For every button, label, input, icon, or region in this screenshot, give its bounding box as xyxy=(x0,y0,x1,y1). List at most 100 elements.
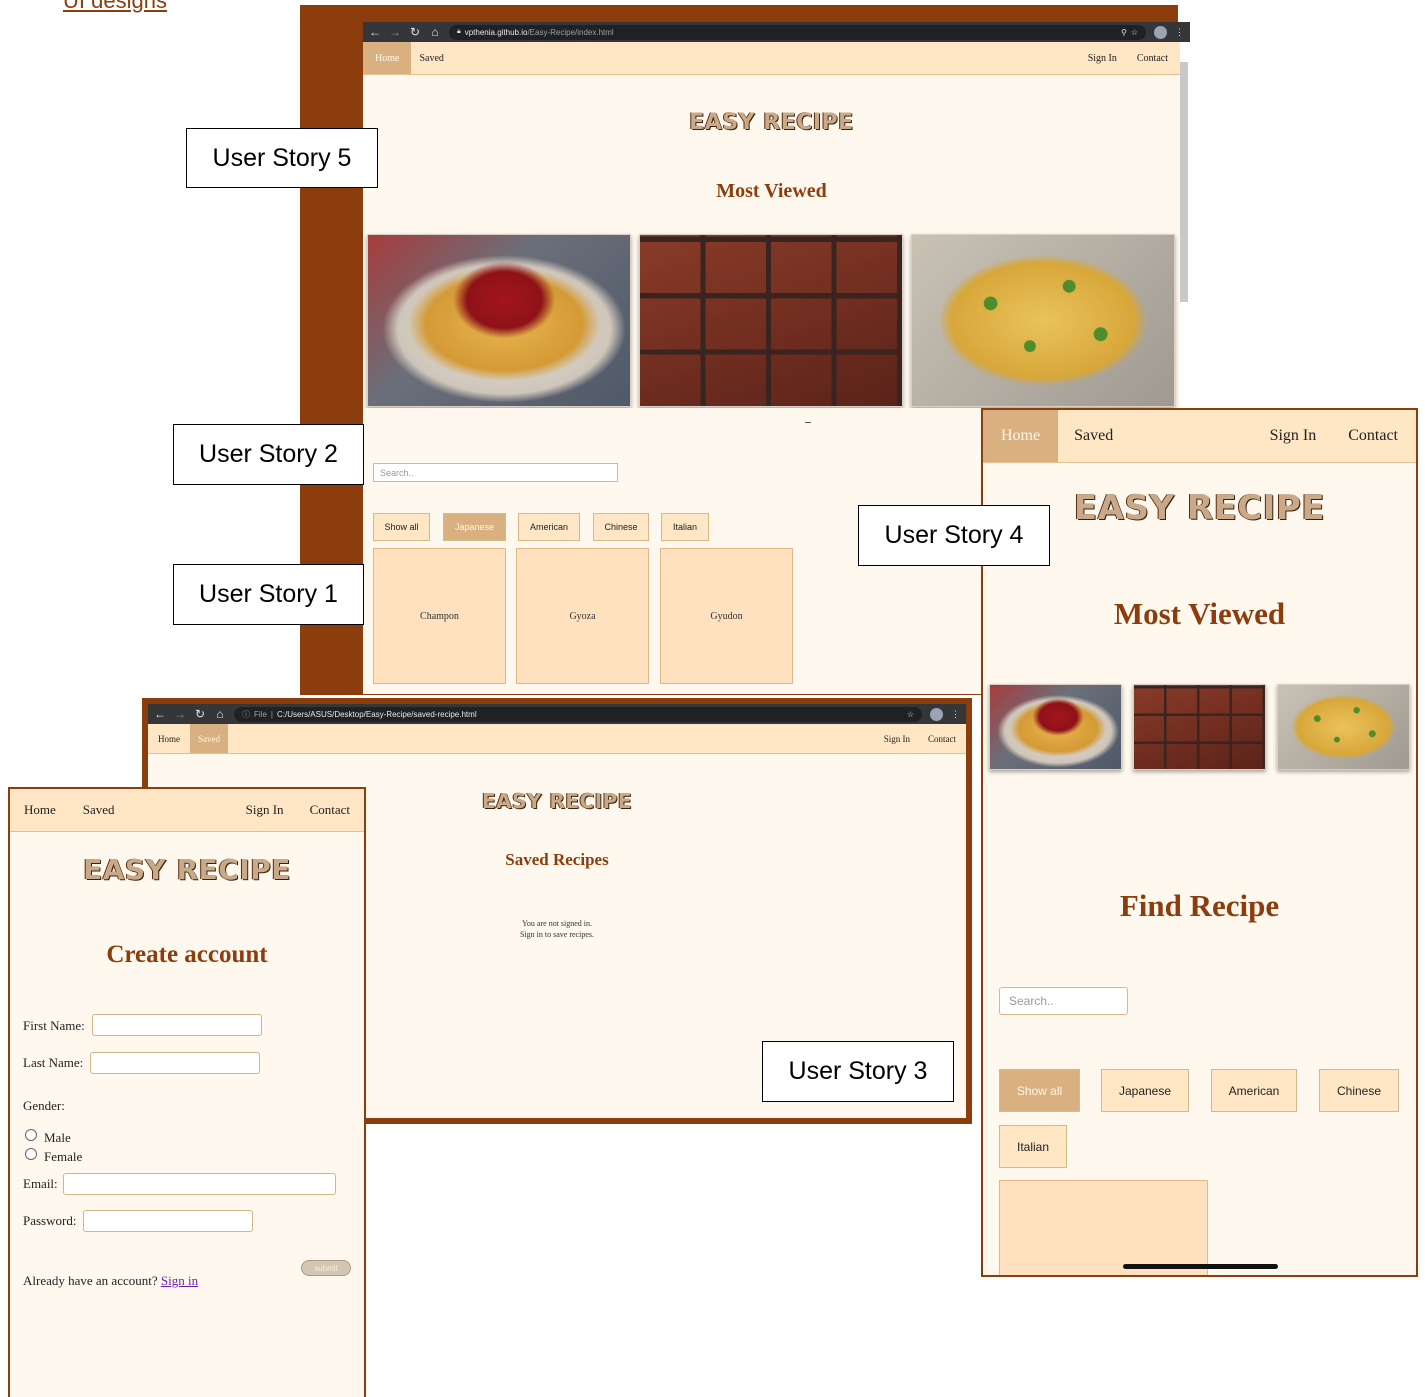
nav-sign-in[interactable]: Sign In xyxy=(233,789,297,831)
site-logo: EASY RECIPE xyxy=(689,110,854,135)
most-viewed-heading: Most Viewed xyxy=(1113,596,1286,631)
nav-saved[interactable]: Saved xyxy=(70,789,128,831)
callout-user-story-2: User Story 2 xyxy=(173,424,364,485)
nav-saved[interactable]: Saved xyxy=(1058,410,1129,462)
home-icon[interactable]: ⌂ xyxy=(214,707,226,721)
already-account-text: Already have an account? Sign in xyxy=(23,1273,198,1289)
url-path: /Easy-Recipe/index.html xyxy=(527,27,614,37)
nav-saved[interactable]: Saved xyxy=(190,724,228,753)
lock-icon: 🔒︎ xyxy=(457,28,461,35)
password-label: Password: xyxy=(23,1213,77,1228)
last-name-label: Last Name: xyxy=(23,1055,84,1070)
callout-user-story-5: User Story 5 xyxy=(186,128,378,188)
nav-sign-in[interactable]: Sign In xyxy=(1078,42,1127,74)
first-name-label: First Name: xyxy=(23,1018,85,1033)
nav-home[interactable]: Home xyxy=(148,724,190,753)
reload-icon[interactable]: ↻ xyxy=(409,25,421,39)
nav-contact[interactable]: Contact xyxy=(297,789,364,831)
recipe-card-partial[interactable] xyxy=(999,1180,1208,1275)
filter-show-all[interactable]: Show all xyxy=(373,513,430,541)
callout-user-story-1: User Story 1 xyxy=(173,564,364,625)
filter-chinese[interactable]: Chinese xyxy=(1319,1069,1399,1112)
brownies-image[interactable] xyxy=(1133,684,1266,770)
home-search-input[interactable]: Search.. xyxy=(373,463,618,482)
callout-user-story-3: User Story 3 xyxy=(762,1041,954,1102)
fried-rice-image[interactable] xyxy=(1277,684,1410,770)
filter-italian[interactable]: Italian xyxy=(661,513,709,541)
profile-avatar[interactable] xyxy=(1154,25,1167,39)
filter-american[interactable]: American xyxy=(1211,1069,1297,1112)
nav-sign-in[interactable]: Sign In xyxy=(875,724,919,753)
most-viewed-heading: Most Viewed xyxy=(716,180,827,202)
home-browser-chrome: ← → ↻ ⌂ 🔒︎ vpthenia.github.io/Easy-Recip… xyxy=(363,22,1190,42)
male-label: Male xyxy=(44,1130,71,1145)
saved-navbar: Home Saved Sign In Contact xyxy=(148,724,966,754)
zoom-icon[interactable]: ⚲ xyxy=(1121,28,1127,37)
female-radio[interactable] xyxy=(25,1148,37,1160)
home-navbar: Home Saved Sign In Contact xyxy=(363,42,1180,75)
create-account-heading: Create account xyxy=(106,941,268,968)
profile-avatar[interactable] xyxy=(930,707,943,721)
first-name-input[interactable] xyxy=(92,1014,262,1036)
bookmark-star-icon[interactable]: ☆ xyxy=(907,710,914,719)
last-name-input[interactable] xyxy=(90,1052,260,1074)
filter-japanese[interactable]: Japanese xyxy=(443,513,506,541)
mobile-navbar: Home Saved Sign In Contact xyxy=(983,410,1416,463)
nav-home[interactable]: Home xyxy=(983,410,1059,462)
filter-american[interactable]: American xyxy=(518,513,580,541)
fried-rice-image[interactable] xyxy=(911,234,1175,407)
recipe-card-gyoza[interactable]: Gyoza xyxy=(516,548,649,684)
site-logo: EASY RECIPE xyxy=(83,853,291,886)
back-arrow-icon[interactable]: ← xyxy=(369,25,381,39)
divider-tick xyxy=(805,422,811,423)
spaghetti-image[interactable] xyxy=(367,234,631,407)
filter-show-all[interactable]: Show all xyxy=(999,1069,1080,1112)
nav-contact[interactable]: Contact xyxy=(1332,410,1416,462)
nav-sign-in[interactable]: Sign In xyxy=(1254,410,1333,462)
nav-saved[interactable]: Saved xyxy=(411,42,451,74)
address-bar[interactable]: 🔒︎ vpthenia.github.io/Easy-Recipe/index.… xyxy=(449,24,1146,40)
nav-home[interactable]: Home xyxy=(363,42,412,74)
forward-arrow-icon[interactable]: → xyxy=(174,707,186,721)
kebab-menu-icon[interactable]: ⋮ xyxy=(1175,27,1184,38)
saved-browser-chrome: ← → ↻ ⌂ ⓘ File | C:/Users/ASUS/Desktop/E… xyxy=(148,704,966,724)
back-arrow-icon[interactable]: ← xyxy=(154,707,166,721)
gender-label: Gender: xyxy=(23,1098,65,1113)
url-domain: vpthenia.github.io xyxy=(464,27,528,37)
recipe-card-champon[interactable]: Champon xyxy=(373,548,506,684)
signup-navbar: Home Saved Sign In Contact xyxy=(10,789,364,832)
url-scheme: File xyxy=(254,709,267,719)
nav-contact[interactable]: Contact xyxy=(1127,42,1180,74)
address-bar[interactable]: ⓘ File | C:/Users/ASUS/Desktop/Easy-Reci… xyxy=(234,706,922,722)
nav-contact[interactable]: Contact xyxy=(919,724,966,753)
forward-arrow-icon[interactable]: → xyxy=(389,25,401,39)
home-icon[interactable]: ⌂ xyxy=(429,25,441,39)
submit-button[interactable]: submit xyxy=(301,1260,351,1276)
reload-icon[interactable]: ↻ xyxy=(194,707,206,721)
filter-japanese[interactable]: Japanese xyxy=(1101,1069,1189,1112)
email-input[interactable] xyxy=(63,1173,336,1195)
email-label: Email: xyxy=(23,1176,58,1191)
female-label: Female xyxy=(44,1149,83,1164)
document-heading: UI designs xyxy=(63,0,167,13)
signup-screen: Home Saved Sign In Contact EASY RECIPE C… xyxy=(8,787,366,1397)
already-account-label: Already have an account? xyxy=(23,1273,158,1288)
scrollbar[interactable] xyxy=(1180,62,1188,302)
filter-italian[interactable]: Italian xyxy=(999,1125,1067,1168)
recipe-card-gyudon[interactable]: Gyudon xyxy=(660,548,793,684)
spaghetti-image[interactable] xyxy=(989,684,1122,770)
url-path: C:/Users/ASUS/Desktop/Easy-Recipe/saved-… xyxy=(276,709,477,719)
nav-home[interactable]: Home xyxy=(10,789,70,831)
kebab-menu-icon[interactable]: ⋮ xyxy=(951,709,960,720)
brownies-image[interactable] xyxy=(639,234,903,407)
callout-user-story-4: User Story 4 xyxy=(858,505,1050,566)
password-input[interactable] xyxy=(83,1210,253,1232)
home-indicator-bar xyxy=(1123,1264,1278,1269)
find-recipe-heading: Find Recipe xyxy=(1119,888,1280,923)
sign-in-link[interactable]: Sign in xyxy=(161,1273,198,1288)
male-radio[interactable] xyxy=(25,1129,37,1141)
info-icon: ⓘ xyxy=(242,709,250,719)
mobile-search-input[interactable]: Search.. xyxy=(999,987,1128,1015)
filter-chinese[interactable]: Chinese xyxy=(593,513,649,541)
bookmark-star-icon[interactable]: ☆ xyxy=(1131,28,1138,37)
